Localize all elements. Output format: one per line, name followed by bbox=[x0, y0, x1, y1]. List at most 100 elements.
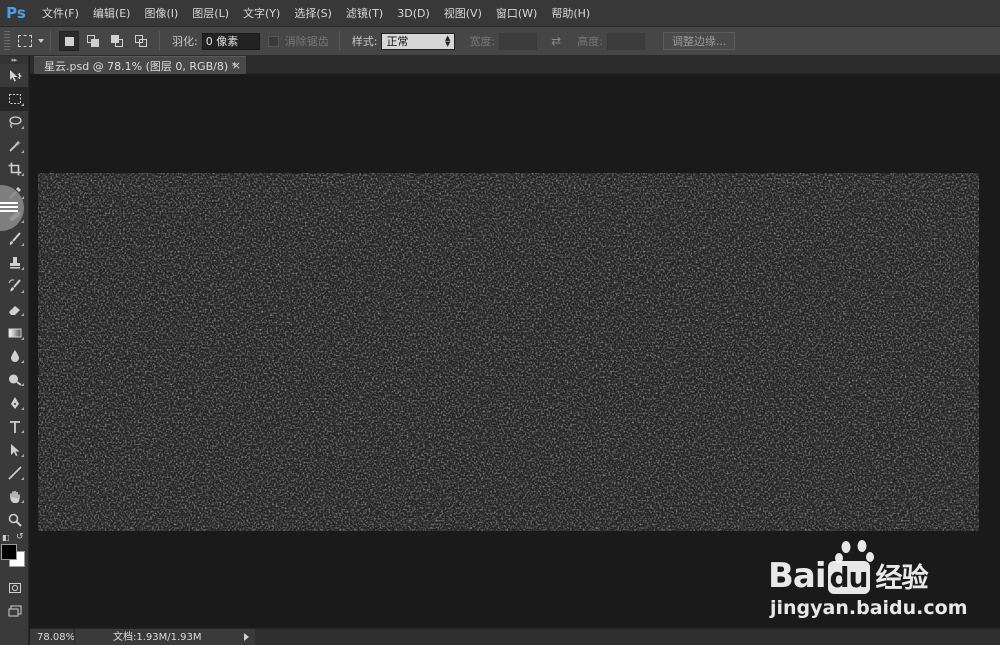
gradient-icon bbox=[8, 328, 21, 338]
color-swatches: ◧ ↺ bbox=[0, 532, 28, 572]
crop-tool[interactable] bbox=[0, 158, 29, 181]
style-select[interactable]: 正常 ▲ ▼ bbox=[381, 32, 456, 50]
refine-edge-button[interactable]: 调整边缘... bbox=[662, 32, 736, 50]
hand-icon bbox=[9, 490, 20, 503]
magic-wand-tool[interactable] bbox=[0, 134, 29, 157]
close-tab-icon[interactable]: × bbox=[232, 59, 241, 72]
blur-icon bbox=[10, 350, 19, 363]
lasso-tool[interactable] bbox=[0, 111, 29, 134]
status-bar: 78.08% 文档:1.93M/1.93M bbox=[30, 628, 1000, 645]
divider bbox=[50, 31, 51, 51]
line-icon bbox=[7, 466, 22, 480]
new-selection-icon bbox=[64, 36, 74, 46]
status-scroll-area[interactable] bbox=[255, 628, 1000, 645]
height-label: 高度: bbox=[577, 35, 603, 48]
rect-marquee-icon bbox=[18, 35, 32, 47]
menu-bar: Ps 文件(F) 编辑(E) 图像(I) 图层(L) 文字(Y) 选择(S) 滤… bbox=[0, 0, 1000, 27]
menu-view[interactable]: 视图(V) bbox=[437, 0, 489, 27]
watermark-url: jingyan.baidu.com bbox=[770, 597, 968, 619]
toolbox-collapse-icon[interactable]: ▸▸ bbox=[0, 56, 28, 64]
brush-icon bbox=[9, 232, 21, 246]
baidu-jingyan-watermark: Bai du 经验 jingyan.baidu.com bbox=[768, 538, 968, 628]
zoom-tool[interactable] bbox=[0, 508, 29, 531]
menu-window[interactable]: 窗口(W) bbox=[489, 0, 544, 27]
swap-width-height-icon[interactable]: ⇄ bbox=[551, 34, 561, 48]
add-selection-icon bbox=[87, 35, 99, 47]
menu-select[interactable]: 选择(S) bbox=[287, 0, 339, 27]
subtract-selection-button[interactable] bbox=[107, 31, 127, 51]
toolbox: ▸▸ ◧ ↺ bbox=[0, 56, 29, 645]
antialias-checkbox[interactable] bbox=[267, 35, 279, 47]
cursor-ring-lines-icon bbox=[0, 200, 18, 216]
new-selection-button[interactable] bbox=[59, 31, 79, 51]
document-size-info: 文档:1.93M/1.93M bbox=[74, 628, 242, 645]
menu-help[interactable]: 帮助(H) bbox=[544, 0, 597, 27]
hand-tool[interactable] bbox=[0, 485, 29, 508]
crop-icon bbox=[8, 162, 21, 176]
document-canvas[interactable] bbox=[38, 173, 979, 531]
pen-icon bbox=[10, 397, 19, 410]
path-selection-tool[interactable] bbox=[0, 438, 29, 461]
foreground-color-swatch[interactable] bbox=[1, 543, 17, 560]
dodge-tool[interactable] bbox=[0, 368, 29, 391]
document-tab[interactable]: 星云.psd @ 78.1% (图层 0, RGB/8) * × bbox=[34, 56, 246, 74]
menu-file[interactable]: 文件(F) bbox=[35, 0, 86, 27]
brush-tool[interactable] bbox=[0, 228, 29, 251]
menu-edit[interactable]: 编辑(E) bbox=[86, 0, 138, 27]
options-bar: 羽化: 0 像素 消除锯齿 样式: 正常 ▲ ▼ 宽度: ⇄ 高度: 调整边缘..… bbox=[0, 27, 1000, 56]
clone-stamp-tool[interactable] bbox=[0, 251, 29, 274]
eraser-tool[interactable] bbox=[0, 298, 29, 321]
select-arrows-icon: ▲ ▼ bbox=[445, 34, 451, 48]
width-input[interactable] bbox=[499, 32, 538, 50]
tool-preset-picker[interactable] bbox=[18, 35, 44, 47]
feather-label: 羽化: bbox=[172, 35, 198, 48]
magic-wand-icon bbox=[8, 139, 21, 152]
type-tool[interactable] bbox=[0, 415, 29, 438]
add-to-selection-button[interactable] bbox=[83, 31, 103, 51]
style-label: 样式: bbox=[351, 35, 378, 48]
width-label: 宽度: bbox=[469, 35, 496, 48]
menu-3d[interactable]: 3D(D) bbox=[390, 0, 437, 27]
document-tabstrip: 星云.psd @ 78.1% (图层 0, RGB/8) * × bbox=[30, 56, 1000, 74]
options-grip[interactable] bbox=[4, 31, 10, 51]
style-select-value: 正常 bbox=[386, 35, 409, 48]
blur-tool[interactable] bbox=[0, 345, 29, 368]
menu-filter[interactable]: 滤镜(T) bbox=[339, 0, 390, 27]
screen-mode-icon bbox=[8, 605, 21, 617]
swap-colors-icon[interactable]: ↺ bbox=[16, 532, 24, 542]
quick-mask-icon bbox=[8, 582, 21, 593]
zoom-icon bbox=[8, 513, 22, 527]
history-brush-tool[interactable] bbox=[0, 275, 29, 298]
rect-marquee-tool[interactable] bbox=[0, 87, 29, 111]
pen-tool[interactable] bbox=[0, 391, 29, 414]
menu-type[interactable]: 文字(Y) bbox=[236, 0, 287, 27]
document-tab-title: 星云.psd @ 78.1% (图层 0, RGB/8) * bbox=[44, 59, 238, 73]
gradient-tool[interactable] bbox=[0, 321, 29, 344]
type-icon bbox=[9, 420, 20, 433]
lasso-icon bbox=[8, 116, 22, 129]
rect-marquee-icon bbox=[8, 94, 21, 105]
feather-input[interactable]: 0 像素 bbox=[201, 32, 260, 50]
watermark-brand: Bai du 经验 bbox=[768, 556, 929, 596]
quick-mask-button[interactable] bbox=[0, 576, 29, 599]
move-tool[interactable] bbox=[0, 64, 29, 87]
menu-layer[interactable]: 图层(L) bbox=[185, 0, 236, 27]
history-brush-icon bbox=[8, 279, 21, 292]
divider bbox=[338, 31, 340, 51]
zoom-level-field[interactable]: 78.08% bbox=[30, 629, 75, 645]
intersect-selection-icon bbox=[135, 35, 147, 47]
screen-mode-button[interactable] bbox=[0, 599, 29, 622]
chevron-down-icon bbox=[38, 39, 44, 43]
line-tool[interactable] bbox=[0, 462, 29, 485]
subtract-selection-icon bbox=[111, 35, 123, 47]
photoshop-logo-icon: Ps bbox=[6, 4, 26, 22]
antialias-label: 消除锯齿 bbox=[284, 35, 329, 48]
menu-image[interactable]: 图像(I) bbox=[137, 0, 185, 27]
dodge-icon bbox=[8, 374, 22, 386]
path-selection-icon bbox=[10, 443, 19, 456]
noise-image bbox=[38, 173, 979, 531]
status-menu-arrow-icon[interactable] bbox=[244, 633, 249, 641]
height-input[interactable] bbox=[606, 32, 645, 50]
intersect-selection-button[interactable] bbox=[131, 31, 151, 51]
default-colors-icon[interactable]: ◧ bbox=[2, 533, 10, 542]
